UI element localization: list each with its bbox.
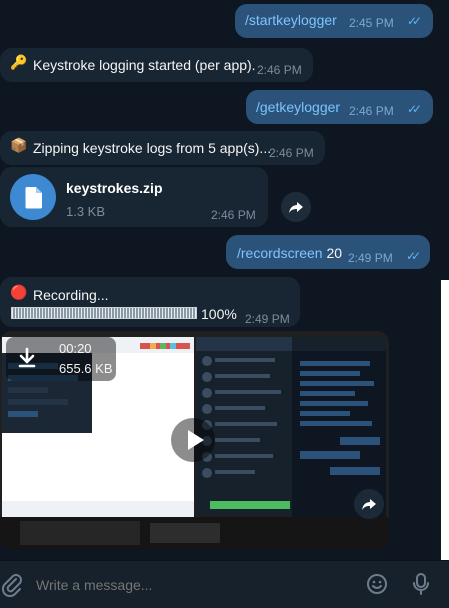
package-icon: 📦 xyxy=(10,138,28,154)
read-checkmarks-icon: ✓✓ xyxy=(406,249,421,263)
incoming-message[interactable]: 🔴 Recording... 100% 2:49 PM xyxy=(0,277,300,327)
forward-button[interactable] xyxy=(354,489,384,519)
message-time: 2:49 PM xyxy=(348,251,393,265)
paperclip-icon[interactable] xyxy=(1,573,25,597)
progress-bar xyxy=(11,307,197,319)
file-name[interactable]: keystrokes.zip xyxy=(66,180,163,196)
command-link[interactable]: /startkeylogger xyxy=(245,12,337,28)
forward-button[interactable] xyxy=(281,192,311,222)
download-icon[interactable] xyxy=(12,343,42,373)
play-icon xyxy=(188,430,204,450)
message-composer xyxy=(0,560,449,608)
key-icon: 🔑 xyxy=(10,55,28,71)
command-link[interactable]: /recordscreen xyxy=(237,245,323,261)
message-time: 2:46 PM xyxy=(269,146,314,160)
message-time: 2:46 PM xyxy=(349,104,394,118)
message-text: Recording... xyxy=(33,287,109,303)
read-checkmarks-icon: ✓✓ xyxy=(407,102,422,116)
message-time: 2:46 PM xyxy=(257,63,302,77)
share-icon xyxy=(362,499,376,510)
file-message[interactable]: keystrokes.zip 1.3 KB 2:46 PM xyxy=(0,167,268,227)
command-argument: 20 xyxy=(322,245,343,261)
read-checkmarks-icon: ✓✓ xyxy=(407,14,422,28)
red-circle-icon: 🔴 xyxy=(10,285,28,301)
message-time: 2:46 PM xyxy=(211,208,256,222)
incoming-message[interactable]: 📦 Zipping keystroke logs from 5 app(s)..… xyxy=(0,131,325,165)
progress-percent: 100% xyxy=(201,306,237,322)
message-time: 2:49 PM xyxy=(245,312,290,326)
command-link[interactable]: /getkeylogger xyxy=(256,99,340,115)
outgoing-message[interactable]: /startkeylogger 2:45 PM ✓✓ xyxy=(235,4,433,38)
video-message[interactable]: 00:20 655.6 KB xyxy=(0,331,389,549)
document-icon[interactable] xyxy=(10,174,56,220)
outgoing-message[interactable]: /getkeylogger 2:46 PM ✓✓ xyxy=(246,90,433,124)
file-size: 1.3 KB xyxy=(66,204,106,219)
incoming-message[interactable]: 🔑 Keystroke logging started (per app). 2… xyxy=(0,48,313,82)
outgoing-message[interactable]: /recordscreen 20 2:49 PM ✓✓ xyxy=(226,235,430,269)
video-duration: 00:20 xyxy=(59,341,92,356)
video-size: 655.6 KB xyxy=(59,361,113,376)
message-input[interactable] xyxy=(34,573,338,597)
message-text: Zipping keystroke logs from 5 app(s)... xyxy=(33,140,272,156)
video-info-badge[interactable]: 00:20 655.6 KB xyxy=(6,337,116,381)
share-icon xyxy=(289,202,303,213)
scrollbar-track[interactable] xyxy=(441,280,449,560)
progress-fill xyxy=(12,308,196,318)
message-time: 2:45 PM xyxy=(349,16,394,30)
play-button[interactable] xyxy=(171,418,215,462)
smile-icon[interactable] xyxy=(365,572,389,596)
message-text: /recordscreen 20 xyxy=(237,245,342,261)
chat-history: /startkeylogger 2:45 PM ✓✓ 🔑 Keystroke l… xyxy=(0,0,449,560)
message-text: Keystroke logging started (per app). xyxy=(33,57,256,73)
microphone-icon[interactable] xyxy=(409,571,433,597)
